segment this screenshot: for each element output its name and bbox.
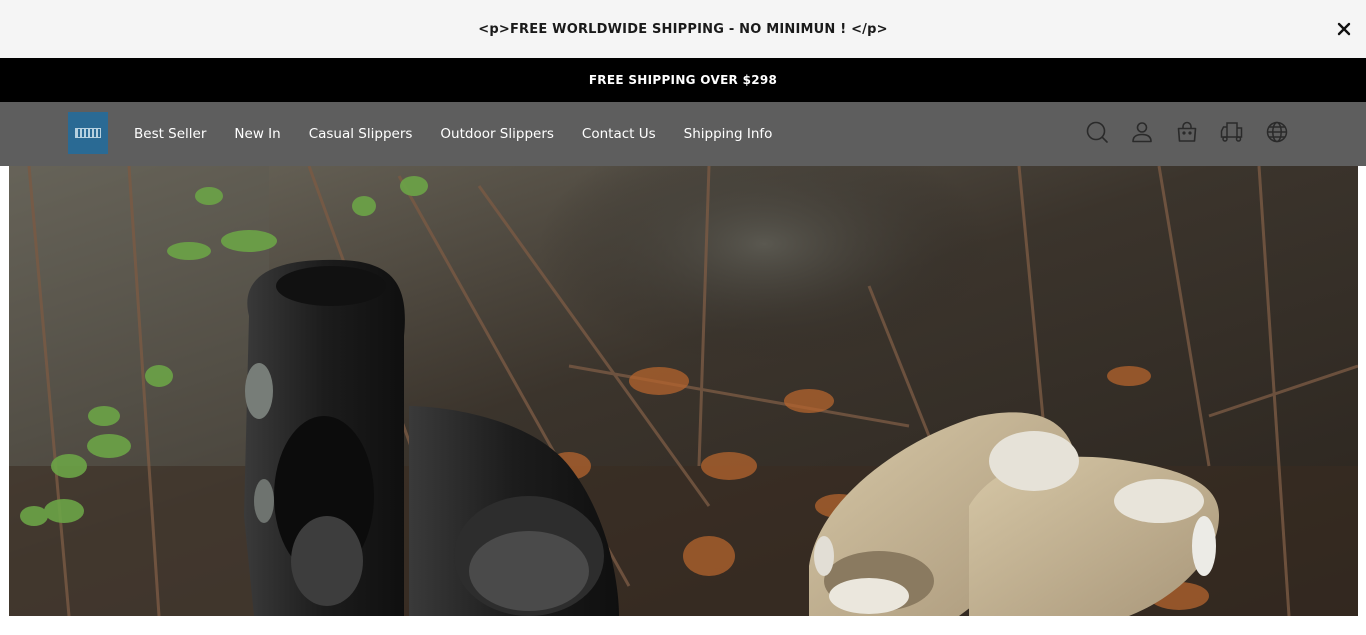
nav-contact-us[interactable]: Contact Us: [582, 126, 656, 142]
account-button[interactable]: [1129, 119, 1155, 145]
shipping-bar-text: FREE SHIPPING OVER $298: [588, 73, 778, 87]
hero-banner[interactable]: [9, 166, 1358, 616]
nav-new-in[interactable]: New In: [234, 126, 280, 142]
announcement-text: <p>FREE WORLDWIDE SHIPPING - NO MINIMUN …: [478, 21, 888, 37]
close-announcement-button[interactable]: [1334, 19, 1354, 39]
main-nav: Best Seller New In Casual Slippers Outdo…: [134, 102, 800, 166]
language-button[interactable]: [1264, 119, 1290, 145]
close-icon: [1337, 22, 1351, 36]
cart-button[interactable]: [1174, 119, 1200, 145]
announcement-bar: <p>FREE WORLDWIDE SHIPPING - NO MINIMUN …: [0, 0, 1366, 58]
account-icon: [1132, 122, 1152, 143]
search-button[interactable]: [1084, 119, 1110, 145]
shipping-truck-icon: [1220, 122, 1243, 142]
header-actions: [1084, 118, 1309, 146]
logo-mark: [75, 128, 101, 138]
brand-logo[interactable]: [68, 112, 108, 154]
nav-shipping-info[interactable]: Shipping Info: [684, 126, 773, 142]
shipping-bar: FREE SHIPPING OVER $298: [0, 58, 1366, 102]
search-icon: [1086, 121, 1108, 143]
nav-best-seller[interactable]: Best Seller: [134, 126, 206, 142]
nav-outdoor-slippers[interactable]: Outdoor Slippers: [440, 126, 554, 142]
hero-image-slippers-in-forest: [9, 166, 1358, 616]
shipping-button[interactable]: [1219, 119, 1245, 145]
cart-icon: [1177, 121, 1197, 142]
nav-casual-slippers[interactable]: Casual Slippers: [309, 126, 413, 142]
main-navbar: Best Seller New In Casual Slippers Outdo…: [0, 102, 1366, 166]
globe-icon: [1266, 121, 1288, 143]
